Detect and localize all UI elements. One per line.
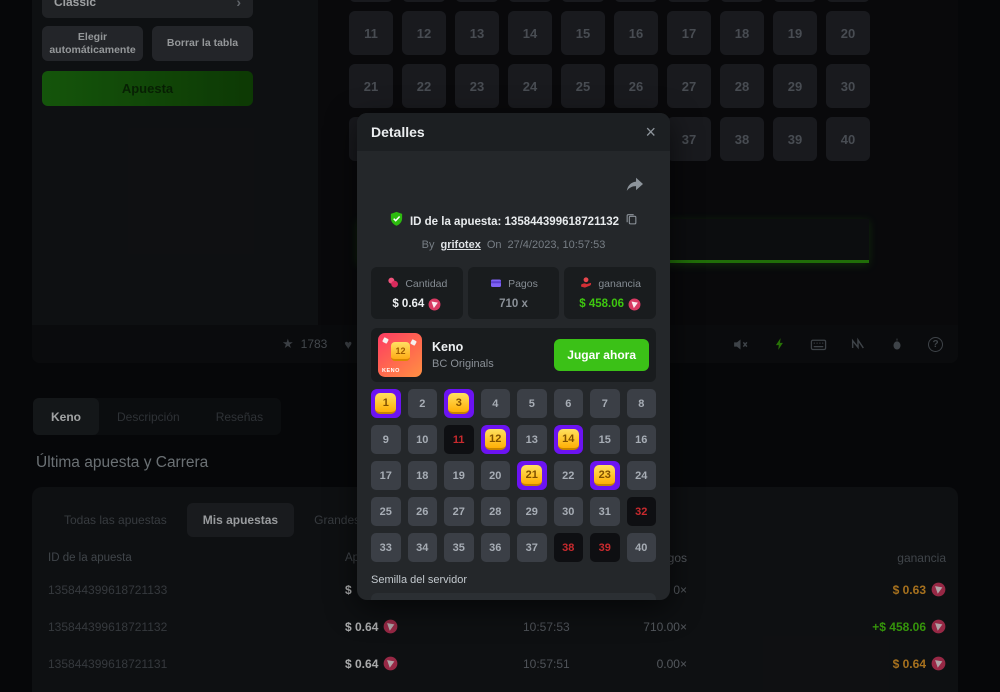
result-cell-4: 4 xyxy=(481,389,511,418)
modal-header: Detalles × xyxy=(357,113,670,151)
bet-id-text: ID de la apuesta: 135844399618721132 xyxy=(410,216,619,228)
bet-stats: Cantidad $ 0.64 Pagos 710 x xyxy=(371,267,656,319)
result-cell-6: 6 xyxy=(554,389,584,418)
game-provider: BC Originals xyxy=(432,358,494,370)
copy-icon[interactable] xyxy=(625,212,638,231)
result-cell-26: 26 xyxy=(408,497,438,526)
result-cell-18: 18 xyxy=(408,461,438,490)
result-cell-33: 33 xyxy=(371,533,401,562)
modal-title: Detalles xyxy=(371,124,425,140)
result-cell-25: 25 xyxy=(371,497,401,526)
trx-coin-icon xyxy=(428,298,441,311)
result-cell-9: 9 xyxy=(371,425,401,454)
bet-datetime: 27/4/2023, 10:57:53 xyxy=(508,239,606,251)
result-cell-29: 29 xyxy=(517,497,547,526)
result-cell-36: 36 xyxy=(481,533,511,562)
verified-shield-icon[interactable] xyxy=(389,211,404,232)
result-cell-24: 24 xyxy=(627,461,657,490)
result-cell-31: 31 xyxy=(590,497,620,526)
result-cell-23: 23 xyxy=(590,461,620,490)
stat-payout: Pagos 710 x xyxy=(468,267,560,319)
trx-coin-icon xyxy=(628,298,641,311)
result-cell-38: 38 xyxy=(554,533,584,562)
username-link[interactable]: grifotex xyxy=(440,239,480,251)
result-cell-32: 32 xyxy=(627,497,657,526)
result-cell-19: 19 xyxy=(444,461,474,490)
result-grid: 1234567891011121314151617181920212223242… xyxy=(371,389,656,562)
game-card: 12 KENO Keno BC Originals Jugar ahora xyxy=(371,328,656,382)
result-cell-5: 5 xyxy=(517,389,547,418)
result-cell-11: 11 xyxy=(444,425,474,454)
result-cell-3: 3 xyxy=(444,389,474,418)
result-cell-21: 21 xyxy=(517,461,547,490)
on-label: On xyxy=(487,239,502,251)
result-cell-27: 27 xyxy=(444,497,474,526)
coins-icon xyxy=(386,276,400,292)
details-modal: Detalles × ID de la apuesta: 13584439961… xyxy=(357,113,670,600)
result-cell-34: 34 xyxy=(408,533,438,562)
result-cell-30: 30 xyxy=(554,497,584,526)
stat-profit: ganancia $ 458.06 xyxy=(564,267,656,319)
share-icon[interactable] xyxy=(625,177,644,199)
game-name: Keno xyxy=(432,340,494,354)
play-now-button[interactable]: Jugar ahora xyxy=(554,339,649,371)
result-cell-39: 39 xyxy=(590,533,620,562)
result-cell-28: 28 xyxy=(481,497,511,526)
result-cell-20: 20 xyxy=(481,461,511,490)
result-cell-12: 12 xyxy=(481,425,511,454)
card-icon xyxy=(489,277,503,292)
server-seed-label: Semilla del servidor xyxy=(371,574,656,586)
result-cell-7: 7 xyxy=(590,389,620,418)
result-cell-1: 1 xyxy=(371,389,401,418)
result-cell-37: 37 xyxy=(517,533,547,562)
result-cell-15: 15 xyxy=(590,425,620,454)
result-cell-17: 17 xyxy=(371,461,401,490)
by-label: By xyxy=(422,239,435,251)
result-cell-14: 14 xyxy=(554,425,584,454)
keno-thumbnail[interactable]: 12 KENO xyxy=(378,333,422,377)
close-icon[interactable]: × xyxy=(645,123,656,141)
stat-amount: Cantidad $ 0.64 xyxy=(371,267,463,319)
server-seed-field[interactable]: La semilla aún no ha sido revelada xyxy=(371,593,656,600)
payout-icon xyxy=(579,276,593,292)
result-cell-22: 22 xyxy=(554,461,584,490)
result-cell-13: 13 xyxy=(517,425,547,454)
result-cell-10: 10 xyxy=(408,425,438,454)
result-cell-35: 35 xyxy=(444,533,474,562)
result-cell-8: 8 xyxy=(627,389,657,418)
result-cell-40: 40 xyxy=(627,533,657,562)
result-cell-16: 16 xyxy=(627,425,657,454)
result-cell-2: 2 xyxy=(408,389,438,418)
